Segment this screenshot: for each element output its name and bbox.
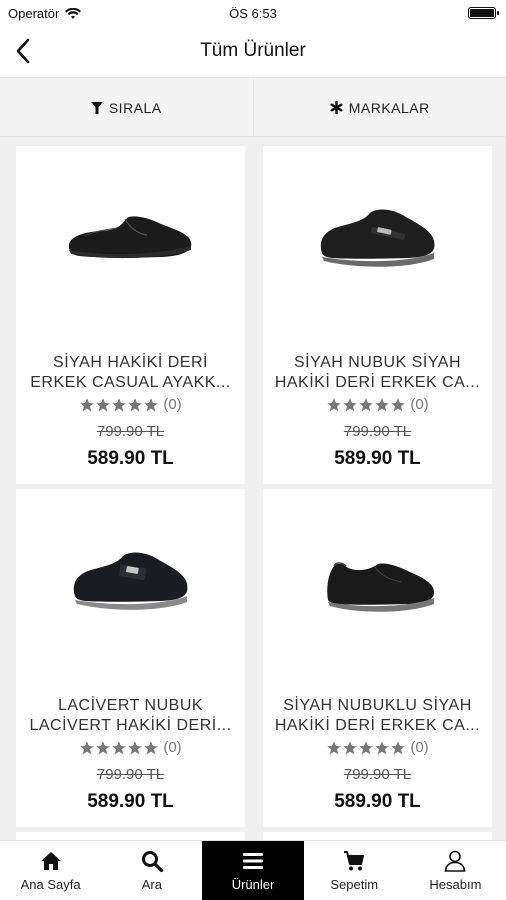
star-icon: [343, 740, 357, 754]
page-title: Tüm Ürünler: [200, 40, 306, 61]
star-rating: [326, 397, 406, 413]
status-bar: Operatör ÖS 6:53: [0, 0, 506, 26]
star-icon: [112, 740, 126, 754]
tab-label: Ara: [141, 877, 162, 892]
sort-button[interactable]: SIRALA: [0, 79, 253, 136]
star-rating: [79, 740, 159, 756]
sort-label: SIRALA: [108, 99, 162, 116]
old-price: 799.90 TL: [343, 423, 412, 440]
old-price: 799.90 TL: [96, 423, 165, 440]
tab-label: Sepetim: [330, 877, 379, 892]
product-card[interactable]: SİYAH HAKİKİ DERİ ERKEK CASUAL AYAKK... …: [16, 146, 245, 484]
price: 589.90 TL: [87, 448, 174, 469]
rating-count: (0): [410, 396, 429, 413]
star-icon: [327, 397, 341, 411]
star-icon: [359, 740, 373, 754]
rating-count: (0): [410, 739, 429, 756]
product-card[interactable]: SİYAH NUBUKLU SİYAH HAKİKİ DERİ ERKEK CA…: [263, 489, 492, 827]
shoe-image: [320, 209, 434, 267]
product-card[interactable]: LACİVERT NUBUK LACİVERT HAKİKİ DERİ... (…: [16, 489, 245, 827]
star-icon: [96, 740, 110, 754]
star-icon: [144, 397, 158, 411]
star-rating: [326, 740, 406, 756]
product-name-line: LACİVERT HAKİKİ DERİ...: [29, 717, 232, 734]
product-name: SİYAH NUBUKLU SİYAH HAKİKİ DERİ ERKEK CA…: [271, 696, 484, 736]
product-rating: (0): [16, 396, 245, 413]
star-icon: [80, 397, 94, 411]
product-rating: (0): [263, 396, 492, 413]
product-name-line: SİYAH NUBUKLU SİYAH: [283, 697, 472, 714]
star-icon: [128, 740, 142, 754]
product-image[interactable]: [16, 146, 245, 336]
product-image[interactable]: [263, 489, 492, 679]
product-name-line: SİYAH HAKİKİ DERİ: [53, 354, 208, 371]
star-icon: [144, 740, 158, 754]
product-card[interactable]: SİYAH NUBUK SİYAH HAKİKİ DERİ ERKEK CA..…: [263, 146, 492, 484]
search-icon: [141, 851, 163, 873]
old-price: 799.90 TL: [96, 766, 165, 783]
brands-button[interactable]: MARKALAR: [252, 79, 506, 136]
tab-label: Hesabım: [429, 877, 482, 892]
brands-label: MARKALAR: [348, 99, 430, 116]
tab-label: Ana Sayfa: [20, 877, 81, 892]
star-icon: [128, 397, 142, 411]
star-icon: [343, 397, 357, 411]
tab-cart[interactable]: Sepetim: [304, 841, 405, 900]
product-name-line: HAKİKİ DERİ ERKEK CA...: [274, 717, 481, 734]
product-rating: (0): [16, 739, 245, 756]
rating-count: (0): [163, 739, 182, 756]
tab-products[interactable]: Ürünler: [202, 841, 304, 900]
tab-account[interactable]: Hesabım: [405, 841, 506, 900]
price: 589.90 TL: [334, 791, 421, 812]
menu-icon: [243, 853, 263, 869]
product-name-line: ERKEK CASUAL AYAKK...: [30, 374, 231, 391]
navigation-bar: Tüm Ürünler: [0, 26, 506, 78]
screen: Operatör ÖS 6:53 Tüm Ürünler SIRALA MARK…: [0, 0, 506, 900]
filter-bar: SIRALA MARKALAR: [0, 79, 506, 137]
tab-home[interactable]: Ana Sayfa: [0, 841, 101, 900]
filter-icon: [90, 101, 103, 114]
star-icon: [359, 397, 373, 411]
star-rating: [79, 397, 159, 413]
battery-icon: [468, 7, 499, 19]
rating-count: (0): [163, 396, 182, 413]
old-price: 799.90 TL: [343, 766, 412, 783]
tab-search[interactable]: Ara: [101, 841, 202, 900]
asterisk-icon: [330, 101, 343, 114]
status-time: ÖS 6:53: [229, 6, 277, 21]
shoe-image: [68, 216, 191, 259]
cart-icon: [344, 851, 365, 871]
shoe-image: [326, 562, 434, 612]
price: 589.90 TL: [334, 448, 421, 469]
star-icon: [375, 740, 389, 754]
star-icon: [327, 740, 341, 754]
tab-label: Ürünler: [231, 877, 275, 892]
home-icon: [40, 852, 61, 870]
product-name: SİYAH NUBUK SİYAH HAKİKİ DERİ ERKEK CA..…: [271, 353, 484, 393]
star-icon: [112, 397, 126, 411]
star-icon: [391, 397, 405, 411]
product-image[interactable]: [16, 489, 245, 679]
star-icon: [80, 740, 94, 754]
product-name-line: HAKİKİ DERİ ERKEK CA...: [274, 374, 481, 391]
product-image[interactable]: [263, 146, 492, 336]
product-name-line: LACİVERT NUBUK: [57, 697, 204, 714]
product-name: LACİVERT NUBUK LACİVERT HAKİKİ DERİ...: [24, 696, 237, 736]
user-icon: [445, 850, 466, 872]
product-name-line: SİYAH NUBUK SİYAH: [293, 354, 462, 371]
star-icon: [391, 740, 405, 754]
product-rating: (0): [263, 739, 492, 756]
star-icon: [375, 397, 389, 411]
star-icon: [96, 397, 110, 411]
price: 589.90 TL: [87, 791, 174, 812]
shoe-image: [73, 552, 187, 610]
product-name: SİYAH HAKİKİ DERİ ERKEK CASUAL AYAKK...: [24, 353, 237, 393]
tab-bar: Ana Sayfa Ara Ürünler Sepetim Hesabım: [0, 840, 506, 900]
